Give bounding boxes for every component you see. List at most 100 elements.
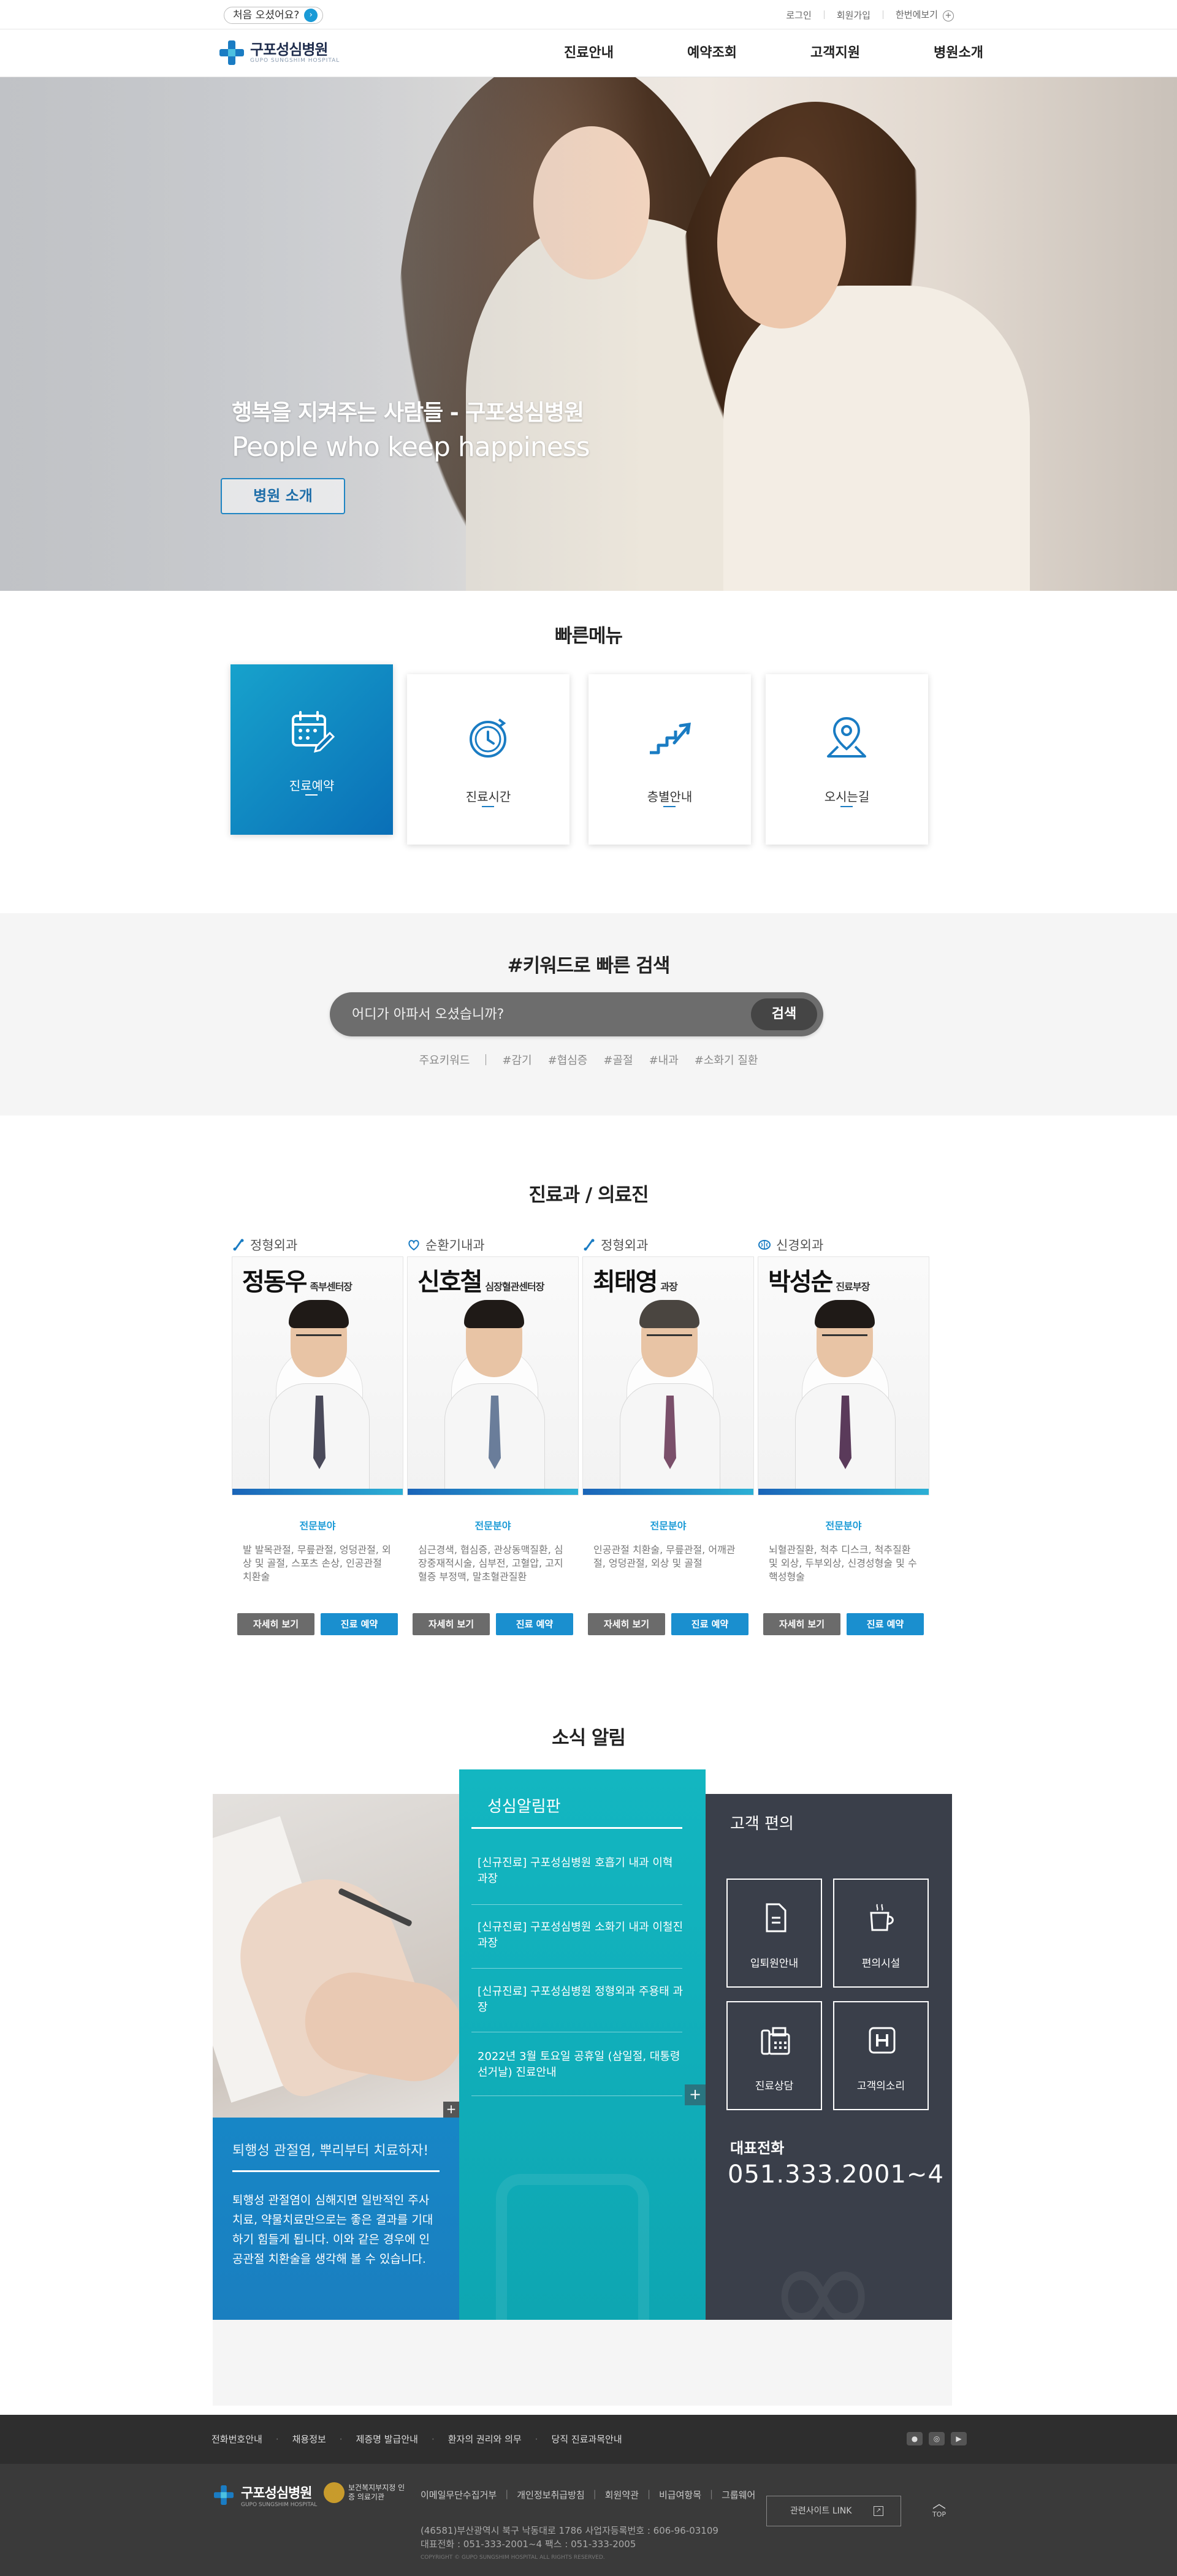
certification-text: 보건복지부지정 인증 의료기관	[348, 2483, 405, 2501]
quick-item-label: 오시는길	[824, 789, 870, 804]
quick-item-floor-guide[interactable]: 층별안내	[588, 674, 751, 845]
keyword-tag[interactable]: #협심증	[548, 1052, 588, 1068]
login-link[interactable]: 로그인	[786, 9, 811, 21]
doctor-photo: 신호철 심장혈관센터장	[407, 1256, 579, 1495]
notice-item[interactable]: [신규진료] 구포성심병원 정형외과 주용태 과장	[478, 1984, 686, 2016]
join-link[interactable]: 회원가입	[837, 9, 870, 21]
coffee-cup-icon	[870, 1904, 894, 1931]
search-input[interactable]	[352, 992, 720, 1036]
feature-panel: + 퇴행성 관절염, 뿌리부터 치료하자! 퇴행성 관절염이 심해지면 일반적인…	[213, 1794, 459, 2320]
map-pin-icon	[827, 716, 866, 758]
more-plus-button[interactable]: +	[685, 2084, 706, 2105]
notice-item[interactable]: [신규진료] 구포성심병원 호흡기 내과 이혁 과장	[478, 1855, 686, 1887]
service-item-admission[interactable]: 입퇴원안내	[726, 1879, 822, 1988]
building-decoration	[496, 2174, 649, 2320]
footer-menu-item[interactable]: 이메일무단수집거부	[421, 2488, 497, 2501]
doctor-detail-button[interactable]: 자세히 보기	[237, 1613, 314, 1635]
footer-links-bar: 전화번호안내 · 채용정보 · 제증명 발급안내 · 환자의 권리와 의무 · 당직 진…	[0, 2415, 1177, 2464]
nav-item-reservation[interactable]: 예약조회	[650, 29, 774, 77]
keyword-tag[interactable]: #소화기 질환	[695, 1052, 758, 1068]
footer-logo-text: 구포성심병원	[241, 2486, 312, 2501]
bone-icon	[584, 1239, 595, 1251]
footer-link[interactable]: 제증명 발급안내	[356, 2415, 418, 2464]
arrow-right-icon: ›	[304, 9, 318, 22]
plus-circle-icon: +	[943, 10, 954, 21]
footer-logo: 구포성심병원 GUPO SUNGSHIM HOSPITAL	[211, 2482, 317, 2508]
hero-overlay	[0, 77, 1177, 591]
section-title: #키워드로 빠른 검색	[507, 955, 671, 977]
hero-text: 행복을 지켜주는 사람들 - 구포성심병원 People who keep ha…	[232, 395, 590, 463]
doctor-name: 최태영 과장	[593, 1268, 678, 1296]
document-icon	[766, 1903, 787, 1932]
keyword-tag[interactable]: #골절	[603, 1052, 633, 1068]
nav-item-treatment[interactable]: 진료안내	[527, 29, 650, 77]
nav-item-support[interactable]: 고객지원	[774, 29, 897, 77]
service-item-label: 진료상담	[755, 2080, 794, 2092]
more-plus-button[interactable]: +	[443, 2102, 459, 2118]
doctor-photo: 정동우 족부센터장	[232, 1256, 403, 1495]
footer-menu-item[interactable]: 개인정보취급방침	[517, 2488, 584, 2501]
footer-logo-subtext: GUPO SUNGSHIM HOSPITAL	[241, 2502, 318, 2508]
footer-links: 전화번호안내 · 채용정보 · 제증명 발급안내 · 환자의 권리와 의무 · 당직 진…	[211, 2415, 622, 2464]
doctor-reserve-button[interactable]: 진료 예약	[847, 1613, 924, 1635]
site-logo[interactable]: 구포성심병원 GUPO SUNGSHIM HOSPITAL	[219, 40, 340, 65]
footer-link[interactable]: 전화번호안내	[211, 2415, 262, 2464]
doctor-reserve-button[interactable]: 진료 예약	[671, 1613, 748, 1635]
related-sites-button[interactable]: 관련사이트 LINK ↗	[766, 2496, 901, 2526]
keyword-tag[interactable]: #감기	[502, 1052, 531, 1068]
doctor-detail-button[interactable]: 자세히 보기	[763, 1613, 840, 1635]
quick-item-hours[interactable]: 진료시간	[407, 674, 569, 845]
about-hospital-button[interactable]: 병원 소개	[221, 478, 345, 514]
address-text: (46581)부산광역시 북구 낙동대로 1786 사업자등록번호 : 606-…	[421, 2525, 718, 2536]
doctor-reserve-button[interactable]: 진료 예약	[496, 1613, 573, 1635]
service-item-facilities[interactable]: 편의시설	[833, 1879, 929, 1988]
service-item-consultation[interactable]: 진료상담	[726, 2001, 822, 2110]
footer-link[interactable]: 채용정보	[292, 2415, 326, 2464]
doctor-card: 신경외과 박성순 진료부장 전문분야 뇌혈관질환, 척추 디스크, 척추질환 및 …	[758, 1233, 929, 1635]
heart-icon	[408, 1240, 419, 1251]
quick-item-directions[interactable]: 오시는길	[766, 674, 928, 845]
scroll-top-button[interactable]: ︿ TOP	[928, 2498, 950, 2519]
youtube-icon[interactable]: ▶	[951, 2432, 967, 2445]
doctor-name: 정동우 족부센터장	[242, 1268, 352, 1296]
footer-menu-item[interactable]: 회원약관	[605, 2488, 639, 2501]
footer-link[interactable]: 환자의 권리와 의무	[448, 2415, 522, 2464]
nav-item-about[interactable]: 병원소개	[897, 29, 1020, 77]
footer-menu-item[interactable]: 그룹웨어	[722, 2488, 755, 2501]
divider	[471, 1968, 682, 1969]
service-item-voice[interactable]: 고객의소리	[833, 2001, 929, 2110]
notice-board-panel: 성심알림판 [신규진료] 구포성심병원 호흡기 내과 이혁 과장 [신규진료] …	[459, 1769, 706, 2320]
brain-icon	[758, 1240, 771, 1250]
quick-item-reservation[interactable]: 진료예약	[230, 664, 393, 835]
service-item-label: 편의시설	[861, 1958, 901, 1970]
service-title: 고객 편의	[730, 1815, 794, 1833]
sitemap-link[interactable]: 한번에보기 +	[896, 8, 954, 21]
service-item-label: 고객의소리	[856, 2080, 905, 2092]
footer-menu-item[interactable]: 비급여항목	[659, 2488, 701, 2501]
feature-title[interactable]: 퇴행성 관절염, 뿌리부터 치료하자!	[232, 2140, 440, 2159]
footer-link[interactable]: 당직 진료과목안내	[551, 2415, 622, 2464]
specialty-label: 전문분야	[474, 1520, 511, 1532]
hospital-h-icon	[869, 2027, 896, 2054]
top-label: TOP	[932, 2510, 946, 2518]
notice-item[interactable]: 2022년 3월 토요일 공휴일 (삼일절, 대통령선거날) 진료안내	[478, 2049, 686, 2081]
doctor-specialty: 발 발목관절, 무릎관절, 엉덩관절, 외상 및 골절, 스포츠 손상, 인공관…	[243, 1544, 391, 1582]
instagram-icon[interactable]: ◎	[929, 2432, 945, 2445]
talk-icon[interactable]: ●	[907, 2432, 923, 2445]
section-title: 진료과 / 의료진	[528, 1184, 649, 1206]
footer-address: (46581)부산광역시 북구 낙동대로 1786 사업자등록번호 : 606-…	[421, 2524, 718, 2551]
doctor-dept: 신경외과	[758, 1233, 929, 1256]
doctor-detail-button[interactable]: 자세히 보기	[413, 1613, 490, 1635]
site-header: 구포성심병원 GUPO SUNGSHIM HOSPITAL 진료안내 예약조회 …	[0, 29, 1177, 77]
doctor-specialty: 인공관절 치환술, 무릎관절, 어깨관절, 엉덩관절, 외상 및 골절	[593, 1544, 736, 1569]
bone-icon	[233, 1239, 244, 1251]
doctor-reserve-button[interactable]: 진료 예약	[321, 1613, 398, 1635]
search-button[interactable]: 검색	[751, 998, 817, 1030]
specialty-label: 전문분야	[299, 1520, 336, 1532]
divider	[471, 2095, 682, 2096]
keyword-tag[interactable]: #내과	[649, 1052, 679, 1068]
doctor-detail-button[interactable]: 자세히 보기	[588, 1613, 665, 1635]
search-bar: 검색	[330, 992, 823, 1036]
notice-item[interactable]: [신규진료] 구포성심병원 소화기 내과 이철진 과장	[478, 1920, 686, 1951]
first-visit-button[interactable]: 처음 오셨어요? ›	[224, 7, 324, 24]
